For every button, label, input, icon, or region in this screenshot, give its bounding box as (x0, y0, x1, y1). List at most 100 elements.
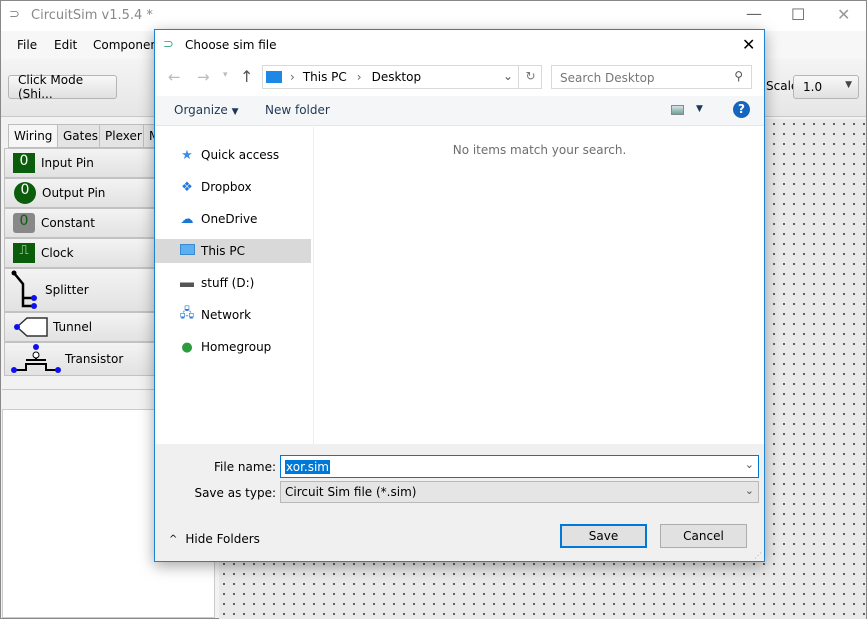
file-name-input[interactable]: xor.sim ⌄ (280, 455, 759, 478)
save-type-value: Circuit Sim file (*.sim) (285, 485, 417, 499)
organize-label: Organize (174, 103, 228, 117)
chevron-up-icon: ^ (169, 533, 178, 545)
new-folder-button[interactable]: New folder (265, 103, 330, 117)
maximize-icon[interactable]: ☐ (791, 5, 805, 24)
help-icon[interactable]: ? (733, 101, 750, 118)
view-chevron-icon[interactable]: ▼ (696, 104, 703, 114)
nav-label: Homegroup (201, 340, 272, 354)
scale-dropdown[interactable]: 1.0 ▼ (793, 75, 859, 99)
click-mode-button[interactable]: Click Mode (Shi... (8, 73, 117, 101)
drive-icon (179, 276, 195, 291)
save-button[interactable]: Save (560, 524, 647, 548)
tab-wiring[interactable]: Wiring (8, 124, 59, 148)
constant-icon: 0 (13, 213, 35, 233)
nav-dropbox[interactable]: ❖ Dropbox (155, 175, 313, 199)
tab-gates[interactable]: Gates (57, 124, 104, 148)
save-type-dropdown[interactable]: Circuit Sim file (*.sim) ⌄ (280, 481, 759, 503)
dialog-footer: File name: xor.sim ⌄ Save as type: Circui… (155, 444, 764, 561)
component-label: Output Pin (42, 186, 106, 200)
search-placeholder: Search Desktop (560, 71, 655, 85)
component-input-pin[interactable]: 0 Input Pin (4, 148, 156, 178)
navigation-pane: ★ Quick access ❖ Dropbox ☁ OneDrive This PC… (155, 127, 314, 444)
nav-homegroup[interactable]: ● Homegroup (155, 335, 313, 359)
network-icon: 🖧 (179, 306, 195, 321)
component-constant[interactable]: 0 Constant (4, 208, 156, 238)
resize-grip-icon[interactable]: ⋰ (754, 551, 762, 560)
component-transistor[interactable]: Transistor (4, 342, 156, 376)
close-icon[interactable]: ✕ (837, 5, 850, 24)
empty-message: No items match your search. (452, 143, 627, 157)
nav-label: OneDrive (201, 212, 258, 226)
title-bar: ⊃ CircuitSim v1.5.4 * — ☐ ✕ (1, 1, 866, 31)
file-dialog: ⊃ Choose sim file ✕ ← → ▾ ↑ › This PC › … (154, 29, 765, 562)
menu-edit[interactable]: Edit (54, 38, 77, 52)
file-name-value: xor.sim (285, 459, 330, 474)
forward-icon[interactable]: → (197, 68, 210, 86)
cloud-icon: ☁ (180, 211, 194, 227)
breadcrumb-separator: › (290, 70, 295, 84)
hide-folders-label: Hide Folders (185, 532, 260, 546)
hide-folders-button[interactable]: ^ Hide Folders (169, 532, 260, 546)
component-label: Constant (41, 216, 95, 230)
chevron-down-icon: ⌄ (744, 484, 754, 497)
nav-onedrive[interactable]: ☁ OneDrive (155, 207, 313, 231)
component-clock[interactable]: ⎍ Clock (4, 238, 156, 268)
nav-label: Dropbox (201, 180, 252, 194)
close-icon[interactable]: ✕ (742, 35, 755, 54)
output-pin-icon: 0 (14, 182, 36, 204)
computer-icon (266, 71, 282, 83)
clock-icon: ⎍ (13, 243, 35, 263)
menu-file[interactable]: File (17, 38, 37, 52)
component-output-pin[interactable]: 0 Output Pin (4, 178, 156, 208)
up-icon[interactable]: ↑ (240, 67, 253, 86)
homegroup-icon: ● (181, 339, 193, 355)
recent-chevron-icon[interactable]: ▾ (223, 70, 228, 80)
app-icon: ⊃ (163, 37, 174, 52)
input-pin-icon: 0 (13, 153, 35, 173)
chevron-down-icon[interactable]: ⌄ (503, 69, 513, 83)
component-label: Input Pin (41, 156, 94, 170)
minimize-icon[interactable]: — (746, 4, 762, 23)
search-input[interactable]: Search Desktop ⚲ (551, 65, 752, 89)
chevron-down-icon: ▼ (845, 80, 852, 90)
star-icon: ★ (181, 147, 193, 163)
view-icon[interactable] (671, 105, 684, 115)
scale-value: 1.0 (803, 80, 823, 94)
tab-plexer[interactable]: Plexer (99, 124, 148, 148)
splitter-icon (11, 270, 37, 309)
transistor-icon (11, 344, 61, 373)
save-type-label: Save as type: (194, 486, 276, 500)
component-label: Clock (41, 246, 74, 260)
component-label: Splitter (45, 283, 89, 297)
organize-button[interactable]: Organize ▼ (174, 103, 239, 117)
computer-icon (179, 243, 195, 259)
breadcrumb-separator: › (356, 70, 362, 84)
chevron-down-icon[interactable]: ⌄ (745, 458, 754, 471)
component-tunnel[interactable]: Tunnel (4, 312, 156, 342)
nav-quick-access[interactable]: ★ Quick access (155, 143, 313, 167)
tunnel-icon (14, 317, 48, 337)
command-bar: Organize ▼ New folder ▼ ? (155, 96, 764, 126)
component-label: Tunnel (53, 320, 93, 334)
dialog-title: Choose sim file (185, 38, 277, 52)
breadcrumb-desktop[interactable]: Desktop (372, 70, 422, 84)
nav-this-pc[interactable]: This PC (155, 239, 311, 263)
refresh-icon[interactable]: ↻ (518, 66, 542, 88)
search-icon: ⚲ (734, 69, 743, 83)
component-label: Transistor (65, 352, 124, 366)
nav-label: Network (201, 308, 252, 322)
breadcrumb-this-pc[interactable]: This PC (303, 70, 347, 84)
cancel-button[interactable]: Cancel (660, 524, 747, 548)
nav-label: stuff (D:) (201, 276, 255, 290)
dropbox-icon: ❖ (181, 179, 193, 195)
nav-network[interactable]: 🖧 Network (155, 303, 313, 327)
nav-stuff-drive[interactable]: stuff (D:) (155, 271, 313, 295)
nav-label: Quick access (201, 148, 280, 162)
address-bar[interactable]: › This PC › Desktop ⌄ ↻ (262, 65, 542, 89)
window-title: CircuitSim v1.5.4 * (31, 8, 153, 23)
file-name-label: File name: (214, 460, 276, 474)
chevron-down-icon: ▼ (231, 107, 239, 117)
component-splitter[interactable]: Splitter (4, 268, 156, 312)
app-icon: ⊃ (9, 7, 20, 22)
back-icon[interactable]: ← (168, 68, 181, 86)
